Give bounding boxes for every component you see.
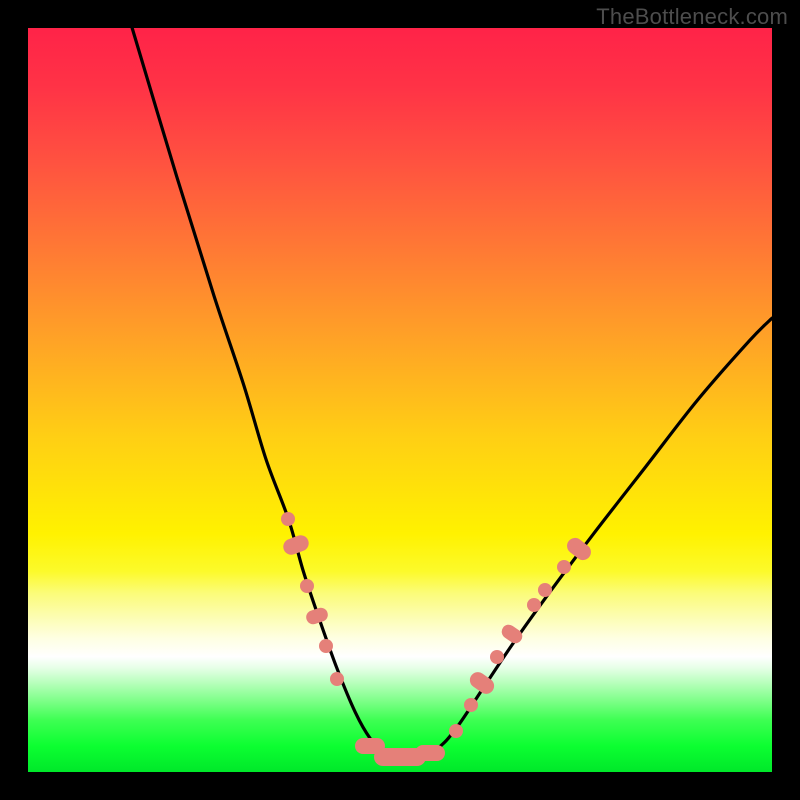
watermark-text: TheBottleneck.com — [596, 4, 788, 30]
data-marker — [330, 672, 344, 686]
data-marker — [300, 579, 314, 593]
data-marker — [304, 606, 329, 626]
data-marker — [499, 622, 525, 646]
data-marker — [527, 598, 541, 612]
plot-area — [28, 28, 772, 772]
data-marker — [281, 512, 295, 526]
markers-layer — [28, 28, 772, 772]
data-marker — [281, 533, 311, 557]
data-marker — [415, 745, 445, 761]
chart-frame: TheBottleneck.com — [0, 0, 800, 800]
data-marker — [538, 583, 552, 597]
data-marker — [557, 560, 571, 574]
data-marker — [449, 724, 463, 738]
data-marker — [467, 669, 497, 697]
data-marker — [464, 698, 478, 712]
data-marker — [490, 650, 504, 664]
data-marker — [563, 534, 593, 563]
data-marker — [319, 639, 333, 653]
